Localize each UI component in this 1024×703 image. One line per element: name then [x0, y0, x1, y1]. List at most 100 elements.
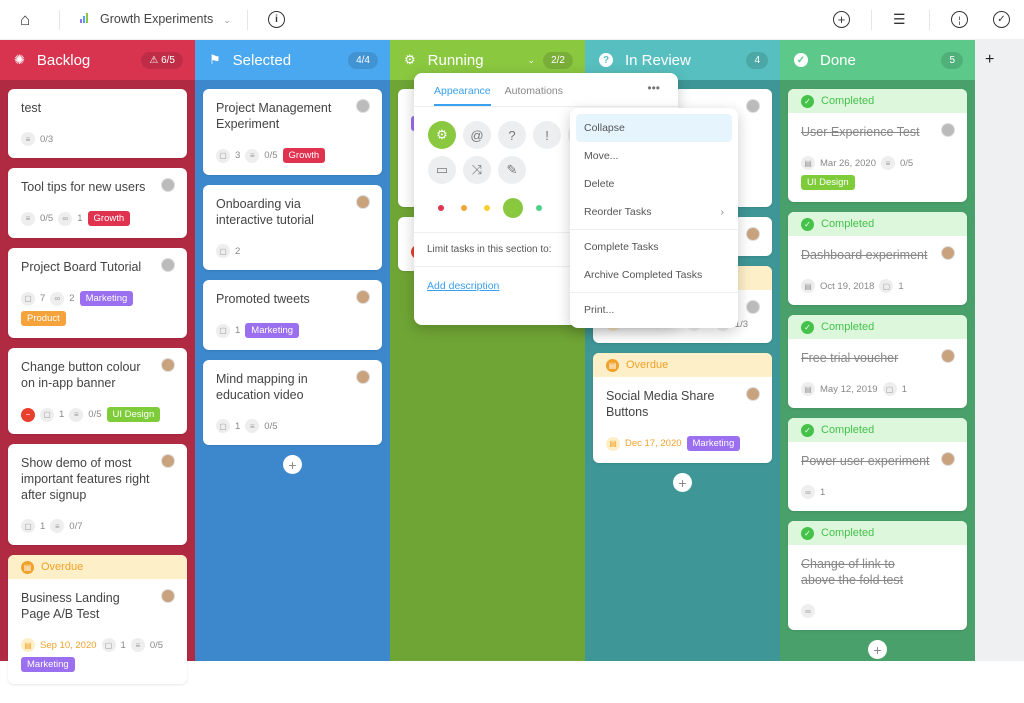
checklist-count: 0/5 — [40, 213, 54, 224]
add-description-link[interactable]: Add description — [427, 280, 499, 292]
tag[interactable]: Growth — [87, 211, 131, 226]
add-section-button[interactable]: + — [985, 51, 994, 69]
avatar[interactable] — [356, 195, 370, 209]
column-header[interactable]: ⚑ Selected 4/4 — [195, 40, 390, 80]
avatar[interactable] — [941, 452, 955, 466]
comment-icon: ▢ — [40, 407, 54, 422]
task-card[interactable]: ✓ Completed User Experience Test ▤ Mar 26, 2… — [788, 89, 967, 202]
info-icon[interactable]: i — [268, 11, 285, 28]
avatar[interactable] — [746, 227, 760, 241]
checklist-count: 0/5 — [899, 157, 914, 169]
column-title: In Review — [625, 51, 691, 69]
avatar[interactable] — [941, 246, 955, 260]
column-title: Running — [427, 51, 484, 69]
check-circle-icon[interactable]: ✓ — [993, 11, 1010, 28]
task-card[interactable]: Change button colour on in-app banner − ▢ 1… — [8, 348, 187, 434]
task-title: Mind mapping in education video — [216, 372, 308, 402]
comment-count: 1 — [120, 639, 126, 651]
home-icon[interactable]: ⌂ — [20, 10, 30, 30]
task-card[interactable]: Project Management Experiment ▢ 3 ≡ 0/5 Growt… — [203, 89, 382, 175]
timeline-icon[interactable]: ☰ — [893, 11, 906, 28]
avatar[interactable] — [746, 300, 760, 314]
project-selector[interactable]: Growth Experiments ⌄ — [100, 12, 231, 28]
tag[interactable]: Growth — [282, 148, 326, 163]
shuffle-icon[interactable]: ⤨ — [463, 156, 491, 184]
avatar[interactable] — [941, 349, 955, 363]
color-swatch[interactable] — [536, 205, 542, 211]
comment-count: 1 — [59, 409, 65, 420]
tag[interactable]: Marketing — [79, 291, 134, 306]
gear-icon[interactable]: ⚙ — [428, 121, 456, 149]
comment-count: 1 — [40, 520, 46, 532]
avatar[interactable] — [161, 454, 175, 468]
menu-item[interactable]: Print... — [576, 296, 732, 324]
menu-item[interactable]: Delete — [576, 170, 732, 198]
avatar[interactable] — [356, 370, 370, 384]
add-task-button[interactable]: + — [868, 640, 887, 659]
tag[interactable]: Marketing — [686, 436, 741, 451]
checklist-icon: ≡ — [245, 148, 260, 163]
comment-count: 3 — [235, 150, 241, 161]
menu-item[interactable]: Archive Completed Tasks — [576, 261, 732, 289]
tab-appearance[interactable]: Appearance — [434, 85, 491, 106]
avatar[interactable] — [161, 258, 175, 272]
due-date: Sep 10, 2020 — [40, 639, 97, 651]
add-task-button[interactable]: + — [673, 473, 692, 492]
avatar[interactable] — [746, 387, 760, 401]
task-card[interactable]: Promoted tweets ▢ 1 Marketing — [203, 280, 382, 350]
menu-divider — [570, 229, 738, 230]
menu-item[interactable]: Complete Tasks — [576, 233, 732, 261]
task-card[interactable]: Project Board Tutorial ▢ 7 ∞ 2 Marketing Produ… — [8, 248, 187, 338]
color-swatch[interactable] — [484, 205, 490, 211]
avatar[interactable] — [161, 589, 175, 603]
calendar-icon: ▤ — [801, 279, 815, 293]
question-icon[interactable]: ? — [498, 121, 526, 149]
chevron-down-icon[interactable]: ⌄ — [528, 55, 536, 66]
menu-item[interactable]: Move... — [576, 142, 732, 170]
task-card[interactable]: Show demo of most important features rig… — [8, 444, 187, 545]
avatar[interactable] — [356, 290, 370, 304]
tag[interactable]: Product — [21, 311, 66, 326]
exclamation-icon[interactable]: ! — [533, 121, 561, 149]
task-card[interactable]: ✓ Completed Free trial voucher ▤ May 12, 201… — [788, 315, 967, 408]
avatar[interactable] — [161, 358, 175, 372]
task-card[interactable]: test ≡ 0/3 — [8, 89, 187, 158]
task-card[interactable]: ▤ Overdue Social Media Share Buttons ▤ Dec 1… — [593, 353, 772, 463]
color-swatch[interactable] — [503, 198, 523, 218]
task-title: Dashboard experiment — [801, 248, 928, 262]
task-card[interactable]: ✓ Completed Power user experiment ∞ 1 — [788, 418, 967, 511]
section-context-menu: Collapse Move... Delete Reorder Tasks › Compl… — [570, 108, 738, 328]
color-swatch[interactable] — [461, 205, 467, 211]
task-card[interactable]: Mind mapping in education video ▢ 1 ≡ 0/5 — [203, 360, 382, 445]
stopwatch-icon[interactable]: ¦ — [951, 11, 968, 28]
task-card[interactable]: ✓ Completed Dashboard experiment ▤ Oct 19, 2… — [788, 212, 967, 305]
avatar[interactable] — [161, 178, 175, 192]
column-header[interactable]: ✺ Backlog ⚠ 6/5 — [0, 40, 195, 80]
menu-item[interactable]: Reorder Tasks › — [576, 198, 732, 226]
column-title: Done — [820, 51, 856, 69]
add-task-button[interactable]: + — [283, 455, 302, 474]
task-title: Social Media Share Buttons — [606, 389, 715, 419]
tag[interactable]: Marketing — [21, 657, 75, 672]
column-header[interactable]: ✓ Done 5 — [780, 40, 975, 80]
task-card[interactable]: Tool tips for new users ≡ 0/5 ∞ 1 Growth — [8, 168, 187, 238]
avatar[interactable] — [941, 123, 955, 137]
add-circle-icon[interactable]: + — [833, 11, 850, 28]
task-card[interactable]: ✓ Completed Change of link to above the fo… — [788, 521, 967, 630]
avatar[interactable] — [746, 99, 760, 113]
tag[interactable]: UI Design — [801, 175, 855, 190]
menu-item[interactable]: Collapse — [576, 114, 732, 142]
tv-icon[interactable]: ▭ — [428, 156, 456, 184]
completed-banner: ✓ Completed — [788, 212, 967, 236]
tag[interactable]: Marketing — [245, 323, 300, 338]
task-card[interactable]: ▤ Overdue Business Landing Page A/B Test ▤ S… — [8, 555, 187, 684]
task-card[interactable]: Onboarding via interactive tutorial ▢ 2 — [203, 185, 382, 270]
more-options-icon[interactable]: ••• — [647, 81, 660, 95]
tag[interactable]: UI Design — [106, 407, 161, 422]
tab-automations[interactable]: Automations — [505, 85, 563, 106]
brush-icon[interactable]: ✎ — [498, 156, 526, 184]
at-icon[interactable]: @ — [463, 121, 491, 149]
avatar[interactable] — [356, 99, 370, 113]
color-swatch[interactable] — [438, 205, 444, 211]
attachment-icon: ∞ — [801, 604, 815, 618]
